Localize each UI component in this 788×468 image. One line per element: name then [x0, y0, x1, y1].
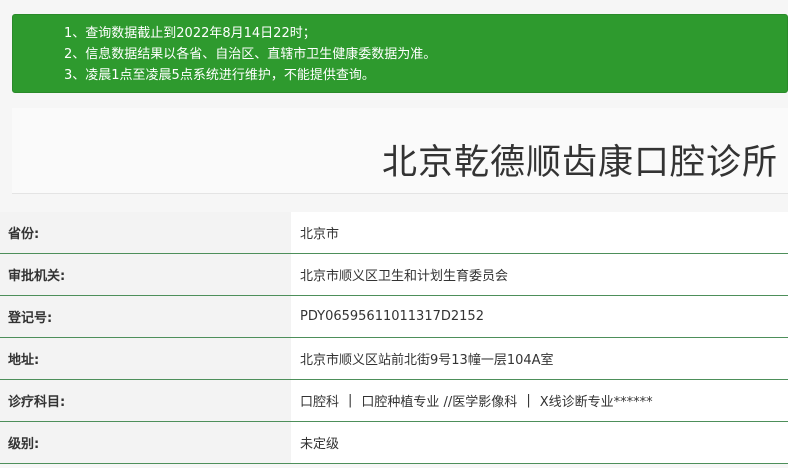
level-value: 未定级 [291, 422, 788, 463]
address-value: 北京市顺义区站前北街9号13幢一层104A室 [291, 338, 788, 379]
notice-banner: 1、查询数据截止到2022年8月14日22时； 2、信息数据结果以各省、自治区、… [12, 14, 788, 93]
table-row: 诊疗科目: 口腔科 | 口腔种植专业 //医学影像科 | X线诊断专业*****… [0, 380, 788, 422]
subject-item: X线诊断专业****** [539, 395, 653, 410]
separator: | [526, 393, 531, 408]
registration-number-label: 登记号: [0, 296, 291, 337]
table-row: 登记号: PDY06595611011317D2152 [0, 296, 788, 338]
table-row: 级别: 未定级 [0, 422, 788, 464]
table-row: 省份: 北京市 [0, 212, 788, 254]
notice-line: 1、查询数据截止到2022年8月14日22时； [64, 26, 316, 41]
treatment-subjects-value: 口腔科 | 口腔种植专业 //医学影像科 | X线诊断专业****** [291, 380, 788, 421]
subject-item: 口腔科 [300, 395, 340, 410]
table-row: 地址: 北京市顺义区站前北街9号13幢一层104A室 [0, 338, 788, 380]
notice-line: 2、信息数据结果以各省、自治区、直辖市卫生健康委数据为准。 [64, 47, 437, 62]
province-label: 省份: [0, 212, 291, 253]
treatment-subjects-label: 诊疗科目: [0, 380, 291, 421]
address-label: 地址: [0, 338, 291, 379]
approval-authority-value: 北京市顺义区卫生和计划生育委员会 [291, 254, 788, 295]
page-title: 北京乾德顺齿康口腔诊所 [381, 143, 778, 183]
title-card: 北京乾德顺齿康口腔诊所 [12, 108, 788, 194]
table-row: 审批机关: 北京市顺义区卫生和计划生育委员会 [0, 254, 788, 296]
province-value: 北京市 [291, 212, 788, 253]
notice-line: 3、凌晨1点至凌晨5点系统进行维护，不能提供查询。 [64, 68, 375, 83]
approval-authority-label: 审批机关: [0, 254, 291, 295]
level-label: 级别: [0, 422, 291, 463]
separator: | [348, 393, 353, 408]
info-table: 省份: 北京市 审批机关: 北京市顺义区卫生和计划生育委员会 登记号: PDY0… [0, 212, 788, 464]
registration-number-value: PDY06595611011317D2152 [291, 296, 788, 337]
subject-item: 口腔种植专业 //医学影像科 [361, 395, 518, 410]
